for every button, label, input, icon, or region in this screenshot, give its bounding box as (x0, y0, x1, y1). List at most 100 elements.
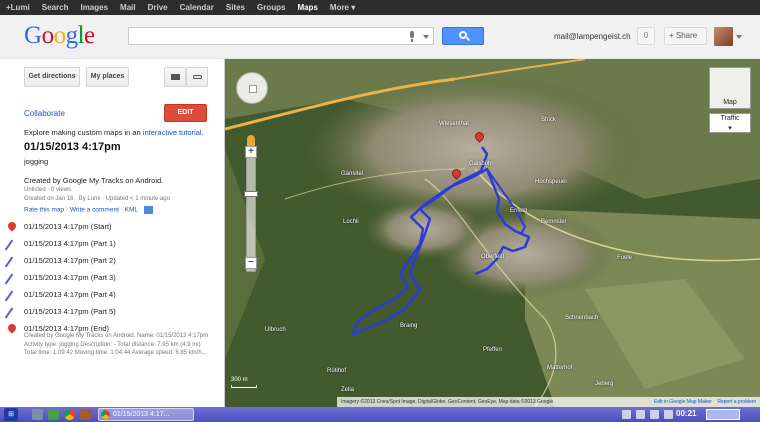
place-label: Gaisbühl (469, 161, 493, 167)
search-button[interactable] (442, 27, 484, 45)
track-item[interactable]: 01/15/2013 4:17pm (Start) (6, 220, 222, 233)
google-bar-item-plus[interactable]: +Lumi (6, 3, 30, 12)
tutorial-link[interactable]: interactive tutorial (143, 128, 202, 137)
chevron-down-icon[interactable] (423, 35, 429, 39)
side-panel: Get directions My places Collaborate EDI… (0, 59, 225, 407)
explore-text: Explore making custom maps in an interac… (24, 128, 204, 137)
volume-icon[interactable] (650, 410, 659, 419)
google-bar-item-search[interactable]: Search (42, 3, 69, 12)
files-icon[interactable] (32, 409, 43, 420)
track-label[interactable]: 01/15/2013 4:17pm (Part 2) (24, 256, 116, 265)
track-label[interactable]: 01/15/2013 4:17pm (Part 5) (24, 307, 116, 316)
share-button[interactable]: + Share (664, 27, 707, 45)
zoom-slider[interactable] (246, 157, 256, 272)
track-item[interactable]: 01/15/2013 4:17pm (Part 1) (4, 238, 222, 251)
google-bar-item-sites[interactable]: Sites (226, 3, 245, 12)
chevron-down-icon: ▾ (728, 125, 732, 132)
map-attribution: Imagery ©2013 Cnes/Spot Image, DigitalGl… (337, 397, 760, 407)
zoom-slider-handle[interactable] (244, 191, 258, 197)
zoom-in-button[interactable]: + (245, 146, 257, 158)
map-description: jogging (24, 157, 49, 166)
google-bar-item-mail[interactable]: Mail (120, 3, 136, 12)
chevron-down-icon[interactable] (736, 35, 742, 39)
logo-letter: G (24, 22, 42, 49)
print-icon (170, 74, 180, 80)
app-icon[interactable] (80, 409, 91, 420)
kml-icon[interactable] (144, 206, 154, 214)
battery-icon[interactable] (664, 410, 673, 419)
get-directions-button[interactable]: Get directions (24, 67, 80, 87)
place-label: Fuele (617, 255, 633, 261)
edit-in-map-maker-link[interactable]: Edit in Google Map Maker (654, 399, 712, 405)
link-button[interactable] (186, 67, 208, 87)
map-type-button[interactable]: Map (709, 67, 751, 109)
track-item[interactable]: 01/15/2013 4:17pm (Part 5) (4, 306, 222, 319)
notifications-count[interactable]: 0 (637, 27, 655, 45)
rate-comment-kml-links[interactable]: Rate this map · Write a comment · KML (24, 207, 138, 214)
collaborate-link[interactable]: Collaborate (24, 109, 65, 118)
traffic-button[interactable]: Traffic ▾ (709, 113, 751, 133)
track-label[interactable]: 01/15/2013 4:17pm (Part 1) (24, 239, 116, 248)
avatar[interactable] (714, 27, 733, 46)
report-problem-link[interactable]: Report a problem (717, 399, 756, 405)
attribution-text: Imagery ©2013 Cnes/Spot Image, DigitalGl… (341, 399, 554, 405)
clock[interactable]: 00:21 (676, 409, 696, 418)
place-label: Lochli (343, 219, 359, 225)
scale-label: 300 m (231, 377, 248, 383)
place-label: Enfeld (510, 208, 528, 214)
google-bar-item-maps[interactable]: Maps (297, 3, 317, 12)
map-canvas[interactable]: Strick Wiesenthal Gaisbühl Gänsitel Hoch… (225, 59, 760, 407)
google-bar-item-calendar[interactable]: Calendar (180, 3, 214, 12)
search-box (128, 27, 434, 45)
edit-button[interactable]: EDIT (164, 104, 207, 122)
place-label: Schnenbach (565, 315, 599, 321)
logo-letter: e (84, 22, 95, 49)
google-bar-item-drive[interactable]: Drive (148, 3, 168, 12)
logo-letter: o (53, 22, 67, 49)
start-button[interactable]: ⊞ (4, 408, 18, 421)
line-icon (4, 238, 17, 251)
header: Google mail@lampengeist.ch 0 + Share (0, 15, 760, 59)
track-item[interactable]: 01/15/2013 4:17pm (Part 2) (4, 255, 222, 268)
taskbar-window-label: 01/15/2013 4:17... (113, 411, 170, 418)
track-label[interactable]: 01/15/2013 4:17pm (Part 4) (24, 290, 116, 299)
show-desktop-button[interactable] (706, 409, 740, 420)
my-places-button[interactable]: My places (86, 67, 129, 87)
google-bar: +Lumi Search Images Mail Drive Calendar … (0, 0, 760, 15)
google-bar-item-groups[interactable]: Groups (257, 3, 285, 12)
track-item[interactable]: 01/15/2013 4:17pm (Part 3) (4, 272, 222, 285)
track-label[interactable]: 01/15/2013 4:17pm (Part 3) (24, 273, 116, 282)
track-label[interactable]: 01/15/2013 4:17pm (Start) (24, 222, 112, 231)
chrome-icon[interactable] (64, 409, 75, 420)
tray-icon[interactable] (622, 410, 631, 419)
zoom-out-button[interactable]: − (245, 257, 257, 269)
google-bar-item-images[interactable]: Images (80, 3, 108, 12)
place-label: Wiesenthal (439, 121, 469, 127)
taskbar-window-button[interactable]: 01/15/2013 4:17... (98, 408, 194, 421)
created-by: Created by Google My Tracks on Android. (24, 176, 164, 185)
search-input[interactable] (129, 28, 399, 44)
google-logo[interactable]: Google (24, 22, 95, 50)
logo-letter: g (65, 22, 79, 49)
print-button[interactable] (164, 67, 186, 87)
microphone-icon[interactable] (409, 31, 415, 42)
line-icon (4, 306, 17, 319)
place-label: Oberfeld (481, 254, 505, 260)
place-label: Hochspeuel (535, 179, 567, 185)
marker-icon (6, 220, 18, 233)
track-item[interactable]: 01/15/2013 4:17pm (Part 4) (4, 289, 222, 302)
chrome-icon (101, 410, 110, 419)
google-bar-item-more[interactable]: More ▾ (330, 3, 355, 12)
place-label: Matterhof (547, 365, 573, 371)
line-icon (4, 289, 17, 302)
place-label: Zella (341, 387, 355, 393)
search-icon (459, 31, 467, 39)
end-description: Created by Google My Tracks on Android. … (24, 333, 209, 356)
map-views: Unlisted · 0 views (24, 187, 72, 193)
place-label: Ulbruch (265, 327, 286, 333)
account-email[interactable]: mail@lampengeist.ch (554, 32, 631, 41)
pan-control[interactable] (236, 72, 268, 104)
app-icon[interactable] (48, 409, 59, 420)
wifi-icon[interactable] (636, 410, 645, 419)
place-label: Gänsitel (341, 171, 364, 177)
